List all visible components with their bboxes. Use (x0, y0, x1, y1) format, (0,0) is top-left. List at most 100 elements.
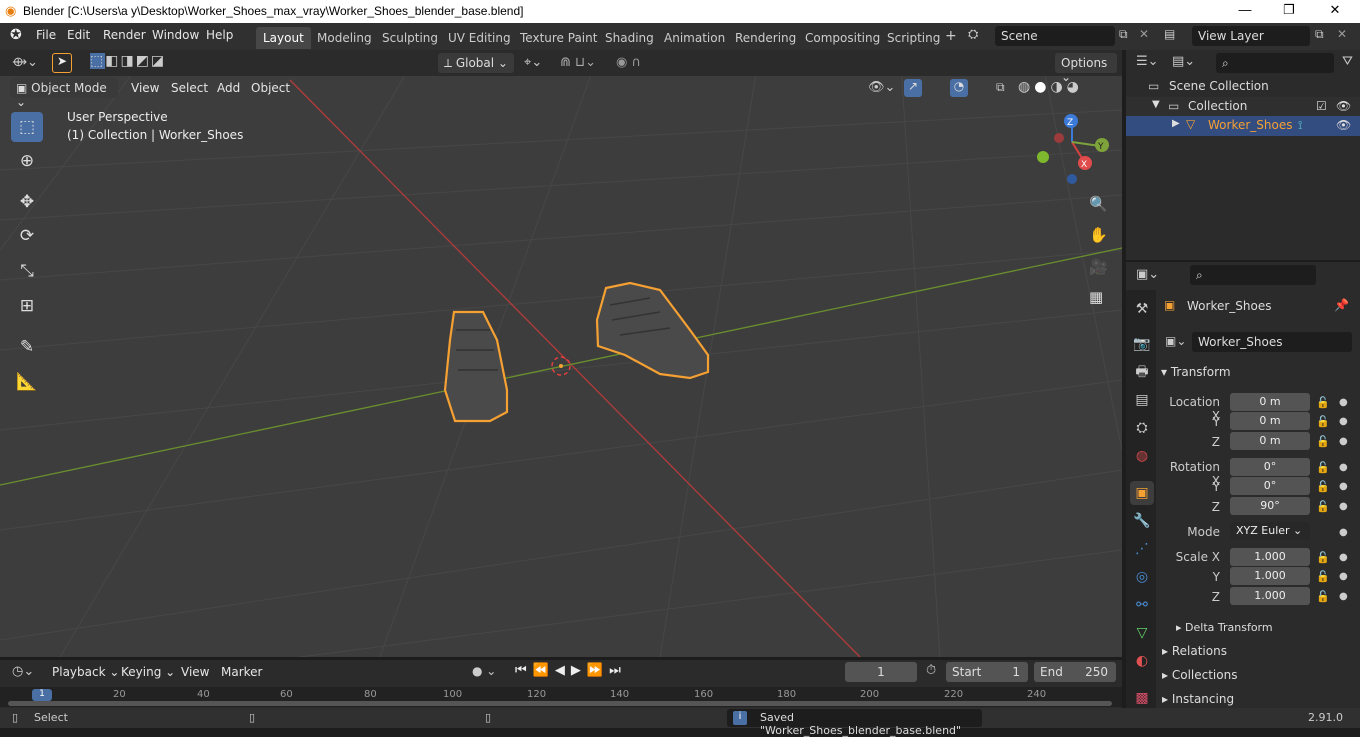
playback-menu[interactable]: Playback ⌄ (52, 665, 119, 679)
tab-modeling[interactable]: Modeling (310, 27, 379, 49)
marker-menu[interactable]: Marker (221, 665, 262, 679)
3d-viewport[interactable]: Z X Y ▣ Object Mode ⌄ View Select Add Ob… (0, 50, 1122, 657)
maximize-button[interactable]: ❐ (1266, 2, 1312, 18)
visibility-eye-icon[interactable]: 👁⌄ (868, 80, 895, 95)
viewport-menu-select[interactable]: Select (171, 81, 208, 95)
properties-search-input[interactable]: ⌕ (1190, 265, 1316, 285)
timeline-ruler[interactable]: 1 20 40 60 80 100 120 140 160 180 200 22… (0, 687, 1122, 707)
outliner-editor-icon[interactable]: ☰⌄ (1136, 54, 1159, 69)
overlay-toggle-icon[interactable]: ◔ (950, 79, 968, 97)
filter-icon[interactable]: ⛛ (1342, 54, 1353, 69)
scale-y-field[interactable]: 1.000 (1230, 567, 1310, 585)
particles-tab-icon[interactable]: ⋰ (1130, 537, 1154, 561)
texture-tab-icon[interactable]: ▩ (1130, 686, 1154, 710)
stopwatch-icon[interactable]: ⏱ (926, 663, 936, 678)
modifier-tab-icon[interactable]: 🔧 (1130, 509, 1154, 533)
shading-mode-icons[interactable]: ◍●◑◕ (1018, 79, 1083, 95)
object-datablock-icon[interactable]: ▣⌄ (1165, 334, 1186, 348)
menu-window[interactable]: Window (152, 28, 199, 42)
rotation-mode-dropdown[interactable]: XYZ Euler ⌄ (1230, 522, 1310, 540)
delta-transform-section[interactable]: ▸ Delta Transform (1176, 621, 1273, 634)
world-tab-icon[interactable]: ◍ (1130, 444, 1154, 468)
ortho-grid-icon[interactable]: ▦ (1089, 288, 1103, 306)
new-scene-icon[interactable]: ⧉ (1119, 27, 1128, 42)
relations-section[interactable]: ▸ Relations (1162, 644, 1227, 658)
lock-icon[interactable]: 🔓 (1316, 551, 1330, 564)
constraints-tab-icon[interactable]: ⚯ (1130, 593, 1154, 617)
gizmo-toggle-icon[interactable]: ↗ (904, 79, 922, 97)
viewport-menu-view[interactable]: View (131, 81, 159, 95)
viewport-menu-object[interactable]: Object (251, 81, 290, 95)
menu-help[interactable]: Help (206, 28, 233, 42)
blender-menu-icon[interactable]: ✪ (10, 27, 22, 43)
display-mode-icon[interactable]: ▤⌄ (1172, 54, 1195, 69)
tab-sculpting[interactable]: Sculpting (375, 27, 445, 49)
annotate-tool-icon[interactable]: ✎ (11, 332, 43, 362)
keyframe-dot-icon[interactable]: ● (1339, 552, 1348, 563)
select-box-tool-icon[interactable]: ⬚ (11, 112, 43, 142)
pan-hand-icon[interactable]: ✋ (1089, 226, 1108, 244)
scene-name-field[interactable]: Scene (995, 26, 1115, 46)
include-checkbox[interactable]: ☑ (1316, 99, 1327, 113)
render-tab-icon[interactable]: 📷 (1130, 332, 1154, 356)
location-z-field[interactable]: 0 m (1230, 432, 1310, 450)
viewport-menu-add[interactable]: Add (217, 81, 240, 95)
lock-icon[interactable]: 🔓 (1316, 435, 1330, 448)
expand-collapse-icon[interactable]: ▼ (1152, 99, 1160, 110)
scale-tool-icon[interactable]: ⤡ (11, 256, 43, 286)
scene-icon[interactable]: ⛭ (968, 27, 978, 42)
object-eye-icon[interactable]: 👁 (1336, 118, 1351, 132)
view-layer-icon[interactable]: ▤ (1164, 27, 1175, 41)
tab-rendering[interactable]: Rendering (728, 27, 803, 49)
object-tab-icon[interactable]: ▣ (1130, 481, 1154, 505)
playback-controls[interactable]: ⏮⏪◀▶⏩⏭ (515, 663, 627, 678)
location-x-field[interactable]: 0 m (1230, 393, 1310, 411)
rotation-z-field[interactable]: 90° (1230, 497, 1310, 515)
object-name-field[interactable]: Worker_Shoes (1192, 332, 1352, 352)
navigation-gizmo[interactable]: Z X Y (1037, 114, 1109, 184)
modifier-icon[interactable]: ⟟ (1298, 118, 1302, 133)
xray-icon[interactable]: ⧉ (996, 80, 1005, 95)
add-workspace-icon[interactable]: + (945, 28, 957, 44)
tab-layout[interactable]: Layout (256, 27, 311, 49)
keyframe-dot-icon[interactable]: ● (1339, 591, 1348, 602)
rotation-y-field[interactable]: 0° (1230, 477, 1310, 495)
transform-orientation-dropdown[interactable]: ⟂ Global ⌄ (438, 53, 514, 73)
keyframe-dot-icon[interactable]: ● (1339, 481, 1348, 492)
tab-uv-editing[interactable]: UV Editing (441, 27, 518, 49)
menu-file[interactable]: File (36, 28, 56, 42)
zoom-icon[interactable]: 🔍 (1089, 195, 1108, 213)
keyframe-dot-icon[interactable]: ● (1339, 436, 1348, 447)
minimize-button[interactable]: — (1222, 2, 1268, 17)
delete-scene-icon[interactable]: ✕ (1139, 27, 1149, 41)
options-dropdown[interactable]: Options ⌄ (1055, 53, 1117, 84)
tool-tab-icon[interactable]: ⚒ (1130, 297, 1154, 321)
view-layer-tab-icon[interactable]: ▤ (1130, 388, 1154, 412)
scale-z-field[interactable]: 1.000 (1230, 587, 1310, 605)
lock-icon[interactable]: 🔓 (1316, 570, 1330, 583)
tab-shading[interactable]: Shading (598, 27, 661, 49)
lock-icon[interactable]: 🔓 (1316, 396, 1330, 409)
lock-icon[interactable]: 🔓 (1316, 461, 1330, 474)
tree-row-worker-shoes[interactable]: ▶ ▽ Worker_Shoes ⟟ 👁 (1126, 116, 1360, 136)
tab-animation[interactable]: Animation (657, 27, 732, 49)
rotation-x-field[interactable]: 0° (1230, 458, 1310, 476)
object-mode-dropdown[interactable]: ▣ Object Mode ⌄ (10, 78, 118, 109)
material-tab-icon[interactable]: ◐ (1130, 649, 1154, 673)
collections-section[interactable]: ▸ Collections (1162, 668, 1237, 682)
pin-icon[interactable]: 📌 (1334, 298, 1349, 312)
keyframe-dot-icon[interactable]: ● (1339, 397, 1348, 408)
close-button[interactable]: ✕ (1312, 2, 1358, 18)
editor-type-icon[interactable]: ⟴⌄ (12, 55, 38, 70)
auto-keying-icon[interactable]: ● ⌄ (472, 664, 496, 678)
proportional-edit-icon[interactable]: ◉ ∩ (616, 55, 641, 70)
outliner-search-input[interactable]: ⌕ (1216, 53, 1334, 73)
tree-row-scene-collection[interactable]: ▭ Scene Collection (1126, 77, 1360, 97)
playhead[interactable]: 1 (32, 689, 52, 701)
data-tab-icon[interactable]: ▽ (1130, 621, 1154, 645)
scene-tab-icon[interactable]: ⛭ (1130, 416, 1154, 440)
tab-scripting[interactable]: Scripting (880, 27, 947, 49)
timeline-editor-icon[interactable]: ◷⌄ (12, 664, 34, 679)
lock-icon[interactable]: 🔓 (1316, 590, 1330, 603)
measure-tool-icon[interactable]: 📐 (11, 367, 43, 397)
